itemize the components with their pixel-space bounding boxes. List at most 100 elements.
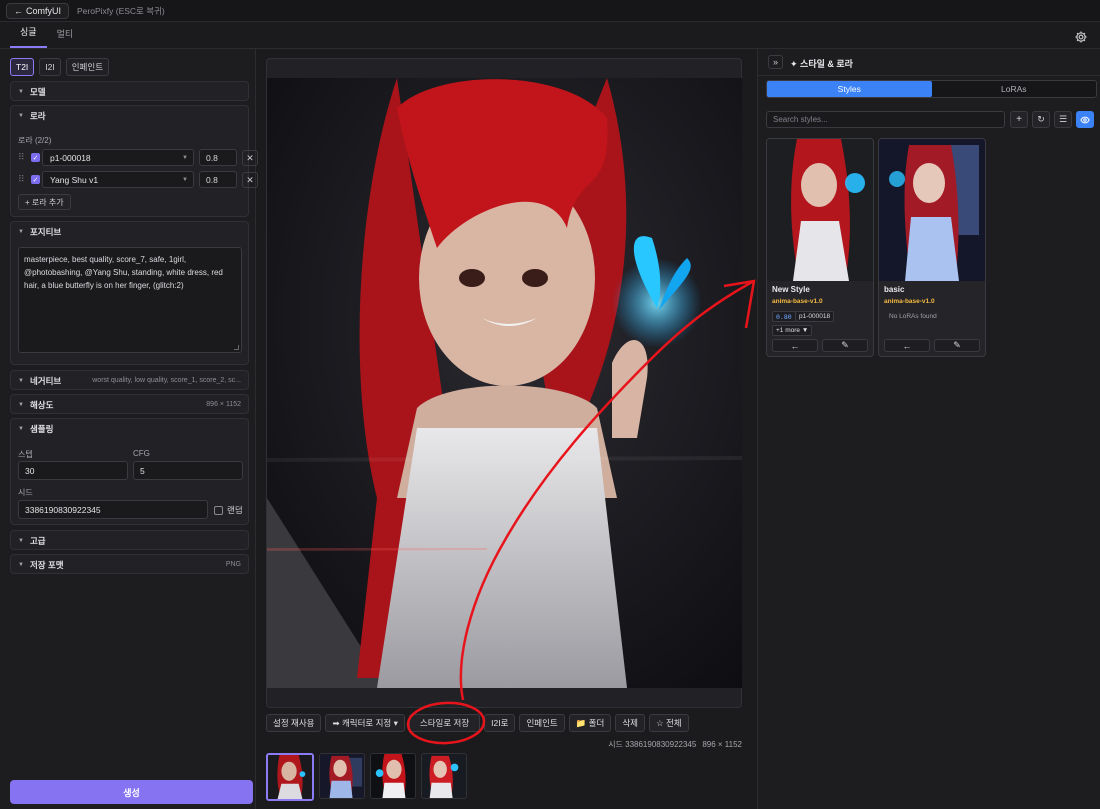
cfg-input[interactable]: 5 xyxy=(133,461,243,480)
generate-button[interactable]: 생성 xyxy=(10,780,253,804)
positive-section-header[interactable]: ▼ 포지티브 xyxy=(11,222,248,241)
lora-select[interactable]: p1-000018 ▼ xyxy=(42,149,194,166)
section-title: 샘플링 xyxy=(29,423,54,434)
edit-style-button[interactable]: ✎ xyxy=(934,339,980,352)
add-style-button[interactable]: + xyxy=(1010,111,1028,128)
model-section[interactable]: ▼ 모델 xyxy=(10,81,249,101)
remove-lora-button[interactable]: ✕ xyxy=(242,172,258,188)
style-search-input[interactable]: Search styles... xyxy=(766,111,1005,128)
random-checkbox[interactable] xyxy=(214,505,223,515)
lora-enabled-checkbox[interactable]: ✓ xyxy=(31,153,40,162)
apply-style-button[interactable]: ← xyxy=(884,339,930,352)
edit-style-button[interactable]: ✎ xyxy=(822,339,868,352)
drag-handle-icon[interactable]: ⠿ xyxy=(18,152,28,163)
resize-handle-icon[interactable] xyxy=(234,345,239,350)
lora-name: p1-000018 xyxy=(50,152,91,163)
save-format-section[interactable]: ▼ 저장 포맷 PNG xyxy=(10,554,249,574)
favorite-all-button[interactable]: ☆ 전체 xyxy=(648,714,689,732)
to-i2i-button[interactable]: I2I로 xyxy=(484,714,516,732)
steps-input[interactable]: 30 xyxy=(18,461,128,480)
negative-section[interactable]: ▼ 네거티브 worst quality, low quality, score_1… xyxy=(10,370,249,390)
double-chevron-right-icon: » xyxy=(772,57,778,67)
section-title: 저장 포맷 xyxy=(29,559,64,570)
open-folder-button[interactable]: 📁 폴더 xyxy=(568,714,612,732)
inpaint-button[interactable]: 인페인트 xyxy=(519,714,565,732)
lora-count: 로라 (2/2) xyxy=(18,136,52,145)
save-format-summary: PNG xyxy=(225,561,241,568)
collapse-panel-button[interactable]: » xyxy=(768,55,783,69)
thumbnail[interactable] xyxy=(421,753,467,799)
reuse-settings-button[interactable]: 설정 재사용 xyxy=(266,714,322,732)
tab-multi[interactable]: 멀티 xyxy=(47,27,84,48)
panel-tabs: Styles LoRAs xyxy=(766,80,1097,98)
arrow-left-icon: ← xyxy=(902,340,912,351)
remove-lora-button[interactable]: ✕ xyxy=(242,150,258,166)
thumbnail[interactable] xyxy=(319,753,365,799)
chevron-down-icon: ▼ xyxy=(18,228,24,235)
add-lora-button[interactable]: + 로라 추가 xyxy=(18,194,71,210)
style-thumbnail xyxy=(879,139,985,281)
arrow-left-icon: ← xyxy=(14,5,23,16)
positive-section: ▼ 포지티브 masterpiece, best quality, score_7… xyxy=(10,221,249,365)
section-title: 모델 xyxy=(29,86,46,97)
drag-handle-icon[interactable]: ⠿ xyxy=(18,174,28,185)
app-subtitle: PeroPixfy (ESC로 복귀) xyxy=(77,5,165,16)
random-seed-toggle[interactable]: 랜덤 xyxy=(214,504,243,516)
lora-weight-input[interactable]: 0.8 xyxy=(199,149,237,166)
refresh-button[interactable]: ↻ xyxy=(1032,111,1050,128)
advanced-section[interactable]: ▼ 고급 xyxy=(10,530,249,550)
mode-inpaint-button[interactable]: 인페인트 xyxy=(65,58,110,76)
section-title: 고급 xyxy=(29,535,46,546)
back-to-comfyui-button[interactable]: ← ComfyUI xyxy=(6,2,70,19)
generation-modes: T2I I2I 인페인트 xyxy=(10,58,110,76)
prompt-text: masterpiece, best quality, score_7, safe… xyxy=(24,255,223,290)
lora-select[interactable]: Yang Shu v1 ▼ xyxy=(42,171,194,188)
gear-icon[interactable] xyxy=(1074,30,1088,44)
more-loras-button[interactable]: +1 more ▼ xyxy=(772,325,813,336)
delete-button[interactable]: 삭제 xyxy=(615,714,645,732)
style-name: New Style xyxy=(772,285,810,294)
sampling-section: ▼ 샘플링 스텝 30 CFG 5 시드 3386190830922345 랜덤 xyxy=(10,418,249,525)
panel-title: ✦ 스타일 & 로라 xyxy=(790,59,853,69)
seed-label: 시드 xyxy=(18,488,33,497)
set-as-character-button[interactable]: ➡ 캐릭터로 지정 ▾ xyxy=(325,714,405,732)
tab-single[interactable]: 싱글 xyxy=(10,25,47,48)
lora-weight-chip: 0.80 xyxy=(772,311,796,322)
list-icon: ☰ xyxy=(1058,114,1068,124)
section-title: 로라 xyxy=(29,110,46,121)
negative-summary: worst quality, low quality, score_1, sco… xyxy=(92,377,241,384)
lora-section-header[interactable]: ▼ 로라 xyxy=(11,106,248,125)
apply-style-button[interactable]: ← xyxy=(772,339,818,352)
lora-row: ⠿ ✓ Yang Shu v1 ▼ 0.8 ✕ xyxy=(18,171,258,188)
resolution-section[interactable]: ▼ 해상도 896 × 1152 xyxy=(10,394,249,414)
seed-input[interactable]: 3386190830922345 xyxy=(18,500,208,519)
visibility-toggle-button[interactable] xyxy=(1076,111,1094,128)
generated-image[interactable] xyxy=(267,78,742,688)
thumbnail[interactable] xyxy=(266,753,314,801)
chevron-down-icon: ▼ xyxy=(18,112,24,119)
tab-loras[interactable]: LoRAs xyxy=(932,81,1097,97)
style-lora-panel: » ✦ 스타일 & 로라 Styles LoRAs Search styles.… xyxy=(757,49,1100,809)
save-as-style-button[interactable]: 스타일로 저장 xyxy=(408,714,481,732)
no-loras-label: No LoRAs found xyxy=(889,313,937,320)
mode-tabs: 싱글 멀티 xyxy=(0,22,1100,49)
sampling-section-header[interactable]: ▼ 샘플링 xyxy=(11,419,248,438)
chevron-down-icon: ▼ xyxy=(182,154,188,161)
mode-i2i-button[interactable]: I2I xyxy=(39,58,61,76)
lora-name: Yang Shu v1 xyxy=(50,174,99,185)
steps-label: 스텝 xyxy=(18,450,33,459)
style-card[interactable]: New Style anima-base-v1.0 0.80 p1-000018… xyxy=(766,138,874,357)
positive-prompt-textarea[interactable]: masterpiece, best quality, score_7, safe… xyxy=(18,247,242,353)
mode-t2i-button[interactable]: T2I xyxy=(10,58,35,76)
style-card[interactable]: basic anima-base-v1.0 No LoRAs found ← ✎ xyxy=(878,138,986,357)
refresh-icon: ↻ xyxy=(1037,114,1045,124)
resolution-summary: 896 × 1152 xyxy=(206,401,241,408)
chevron-down-icon: ▼ xyxy=(18,401,24,408)
tab-styles[interactable]: Styles xyxy=(767,81,932,97)
lora-enabled-checkbox[interactable]: ✓ xyxy=(31,175,40,184)
thumbnail[interactable] xyxy=(370,753,416,799)
divider xyxy=(758,75,1100,76)
list-view-button[interactable]: ☰ xyxy=(1054,111,1072,128)
settings-panel: T2I I2I 인페인트 ▼ 모델 ▼ 로라 로라 (2/2) ⠿ ✓ p1-000… xyxy=(0,49,258,809)
lora-weight-input[interactable]: 0.8 xyxy=(199,171,237,188)
